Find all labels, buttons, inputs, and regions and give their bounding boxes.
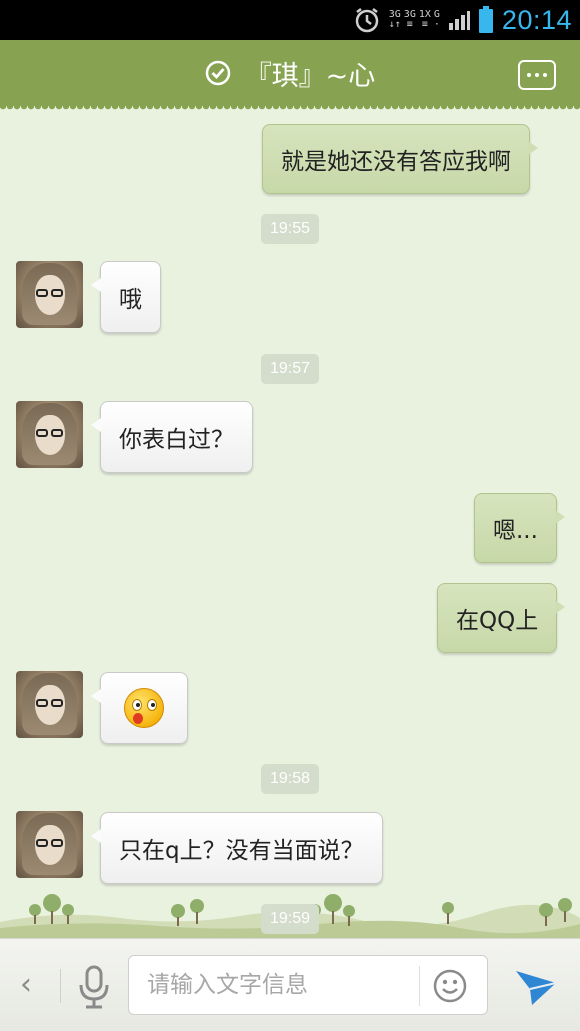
- input-bar: ‹: [0, 938, 580, 1031]
- avatar[interactable]: [16, 261, 83, 328]
- message-text: 嗯...: [493, 518, 538, 544]
- alarm-icon: [355, 8, 378, 33]
- more-menu-icon: [527, 73, 531, 77]
- more-menu-button[interactable]: [518, 60, 556, 90]
- page-title: 『琪』~心: [244, 60, 376, 92]
- signal-icon: [448, 11, 470, 30]
- message-text: 只在q上？没有当面说？: [119, 838, 364, 864]
- back-chevron-icon[interactable]: ‹: [20, 967, 32, 1002]
- title-bar: 『琪』~心: [0, 40, 580, 112]
- message-input-box[interactable]: [128, 955, 488, 1015]
- timestamp: 19:57: [261, 354, 319, 384]
- timestamp: 19:55: [261, 214, 319, 244]
- clock: 20:14: [501, 4, 572, 35]
- verified-check-icon: [205, 60, 230, 86]
- divider: [419, 966, 420, 1006]
- status-bar: 3G ↓↑ 3G ≡ 1X ≡ G · 20:14: [0, 0, 580, 40]
- timestamp: 19:58: [261, 764, 319, 794]
- microphone-icon[interactable]: [76, 963, 112, 1011]
- message-input[interactable]: [147, 956, 417, 1014]
- avatar[interactable]: [16, 401, 83, 468]
- message-text: 就是她还没有答应我啊: [281, 149, 511, 175]
- timestamp: 19:59: [261, 904, 319, 934]
- message-text: 哦: [119, 287, 142, 313]
- message-text: 在QQ上: [456, 608, 539, 634]
- message-text: 你表白过？: [119, 427, 234, 453]
- message-incoming[interactable]: 你表白过？: [91, 401, 253, 473]
- chat-area[interactable]: 就是她还没有答应我啊 19:55 哦 19:57 你表白过？ 嗯... 在QQ上…: [0, 106, 580, 938]
- message-incoming[interactable]: 只在q上？没有当面说？: [91, 812, 383, 884]
- message-incoming-emoji[interactable]: [91, 672, 188, 744]
- smiley-icon[interactable]: [433, 969, 467, 1003]
- message-outgoing[interactable]: 嗯...: [474, 493, 565, 563]
- avatar[interactable]: [16, 811, 83, 878]
- divider: [60, 969, 61, 1003]
- message-outgoing[interactable]: 在QQ上: [437, 583, 566, 653]
- battery-icon: [478, 6, 493, 33]
- message-incoming[interactable]: 哦: [91, 261, 161, 333]
- message-outgoing[interactable]: 就是她还没有答应我啊: [262, 124, 538, 194]
- avatar[interactable]: [16, 671, 83, 738]
- send-icon[interactable]: [512, 961, 560, 1009]
- surprised-face-icon: [124, 688, 164, 728]
